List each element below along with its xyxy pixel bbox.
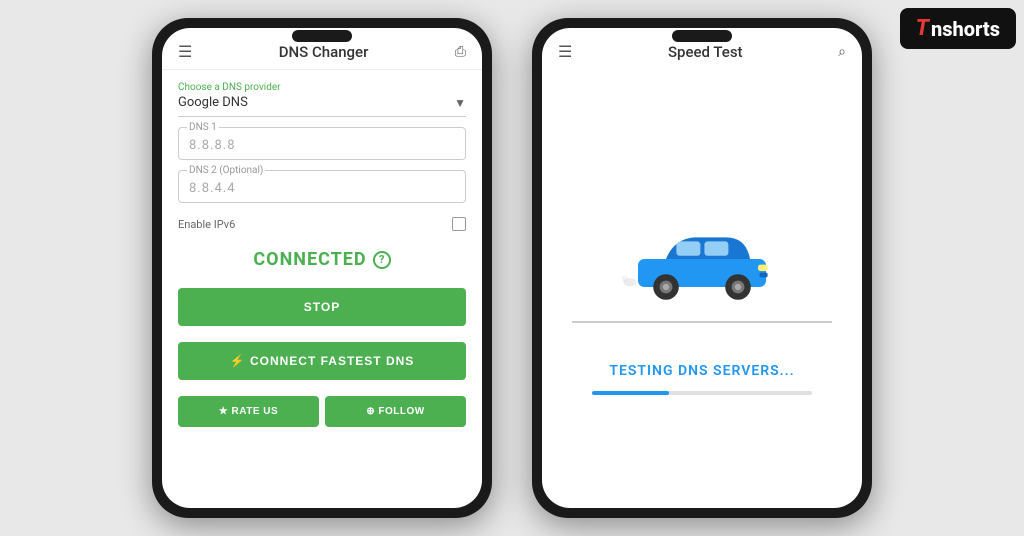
share-icon[interactable]: ⎙ (455, 44, 466, 60)
speed-test-content: TESTING DNS SERVERS... (542, 69, 862, 508)
dns2-value: 8.8.4.4 (189, 181, 455, 196)
dns1-label: DNS 1 (187, 122, 219, 133)
progress-bar (592, 391, 812, 395)
app-title-dns: DNS Changer (279, 43, 369, 61)
testing-dns-text: TESTING DNS SERVERS... (609, 363, 794, 379)
progress-bar-fill (592, 391, 669, 395)
bottom-buttons-row: ★ RATE US ⊕ FOLLOW (178, 396, 466, 427)
phone2-notch (672, 30, 732, 42)
info-icon[interactable]: ? (373, 251, 391, 269)
follow-button[interactable]: ⊕ FOLLOW (325, 396, 466, 427)
connected-section: CONNECTED ? (178, 249, 466, 270)
app-title-speed: Speed Test (668, 43, 743, 61)
ipv6-row: Enable IPv6 (178, 217, 466, 231)
menu-icon-speed[interactable]: ☰ (558, 42, 572, 61)
rate-us-button[interactable]: ★ RATE US (178, 396, 319, 427)
dns1-field[interactable]: DNS 1 8.8.8.8 (178, 127, 466, 160)
dns-provider-value: Google DNS (178, 95, 248, 110)
ipv6-label: Enable IPv6 (178, 218, 235, 231)
car-illustration (622, 213, 782, 313)
dns-provider-label: Choose a DNS provider (178, 82, 466, 93)
car-scene (562, 183, 842, 343)
stop-button[interactable]: STOP (178, 288, 466, 326)
phone-screen-dns: ☰ DNS Changer ⎙ Choose a DNS provider Go… (162, 28, 482, 508)
phone-screen-speed: ☰ Speed Test ⌕ (542, 28, 862, 508)
search-icon-speed[interactable]: ⌕ (838, 44, 846, 60)
chevron-down-icon: ▼ (454, 96, 466, 110)
phone-speed-test: ☰ Speed Test ⌕ (532, 18, 872, 518)
tnshorts-badge: T nshorts (900, 8, 1016, 49)
road-line (572, 321, 832, 323)
connected-status: CONNECTED (253, 249, 366, 270)
dns2-field[interactable]: DNS 2 (Optional) 8.8.4.4 (178, 170, 466, 203)
scene: ☰ DNS Changer ⎙ Choose a DNS provider Go… (0, 0, 1024, 536)
phone-dns-changer: ☰ DNS Changer ⎙ Choose a DNS provider Go… (152, 18, 492, 518)
dns-app-content: Choose a DNS provider Google DNS ▼ DNS 1… (162, 70, 482, 508)
tnshorts-rest-text: nshorts (931, 17, 1000, 41)
dns-provider-section: Choose a DNS provider Google DNS ▼ (178, 82, 466, 117)
tnshorts-t-letter: T (916, 16, 929, 41)
dns1-value: 8.8.8.8 (189, 138, 455, 153)
menu-icon[interactable]: ☰ (178, 42, 192, 61)
phone-notch (292, 30, 352, 42)
ipv6-checkbox[interactable] (452, 217, 466, 231)
connect-fastest-dns-button[interactable]: ⚡ CONNECT FASTEST DNS (178, 342, 466, 380)
dns2-label: DNS 2 (Optional) (187, 165, 265, 176)
dns-provider-select[interactable]: Google DNS ▼ (178, 95, 466, 117)
